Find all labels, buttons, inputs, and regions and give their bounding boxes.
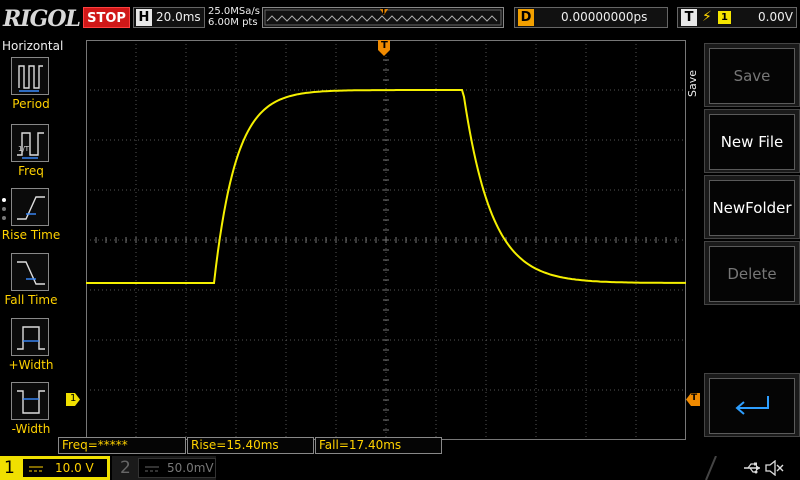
menu-item-positive-width[interactable]: +Width: [0, 318, 62, 380]
svg-text:1/T: 1/T: [18, 145, 30, 153]
freq-icon: 1/T: [11, 124, 49, 162]
channel1-trace: [86, 89, 686, 284]
memory-trigger-letter: T: [381, 7, 387, 16]
horizontal-label: H: [136, 9, 152, 26]
ch1-offset-letter: 1: [70, 393, 77, 404]
horizontal-scale-value: 20.0ms: [156, 10, 201, 24]
trigger-position-letter: T: [381, 40, 388, 51]
positive-width-icon: [11, 318, 49, 356]
menu-item-freq[interactable]: 1/T Freq: [0, 124, 62, 186]
left-measure-menu: Horizontal Period 1/T Freq Rise Time Fal…: [0, 36, 64, 456]
sample-rate: 25.0MSa/s: [208, 6, 260, 17]
channel1-box[interactable]: 1 10.0 V: [0, 456, 110, 480]
menu-item-label: Period: [12, 97, 50, 111]
acquisition-info: 25.0MSa/s 6.00M pts: [208, 6, 260, 28]
dc-coupling-icon: [145, 466, 159, 472]
period-icon: [11, 57, 49, 95]
trigger-source: 1: [718, 11, 731, 24]
trigger-level-letter: T: [691, 393, 698, 403]
new-folder-button[interactable]: NewFolder: [704, 175, 800, 239]
channel2-box[interactable]: 2 50.0mV: [112, 456, 216, 480]
softkey-label: Delete: [709, 246, 795, 302]
new-file-button[interactable]: New File: [704, 109, 800, 173]
usb-icon: [744, 462, 760, 474]
speaker-muted-icon[interactable]: [764, 460, 784, 476]
menu-item-label: Fall Time: [4, 293, 58, 307]
dc-coupling-icon: [29, 466, 43, 472]
menu-item-label: +Width: [8, 358, 54, 372]
menu-item-label: Freq: [18, 164, 44, 178]
channel1-number: 1: [4, 458, 15, 478]
fall-time-icon: [11, 253, 49, 291]
enter-icon: [709, 378, 795, 434]
menu-item-period[interactable]: Period: [0, 57, 62, 119]
waveform-display[interactable]: [86, 40, 686, 440]
delay-label: D: [518, 9, 534, 26]
channel1-scale-box: 10.0 V: [22, 458, 108, 478]
rigol-logo: RIGOL: [3, 6, 81, 32]
channel2-scale: 50.0mV: [167, 461, 214, 475]
softkey-menu: Save Save New File NewFolder Delete: [686, 40, 800, 440]
trigger-label: T: [681, 9, 697, 26]
status-separator: [705, 456, 717, 480]
trigger-box[interactable]: T ⚡︎ 1 0.00V: [677, 7, 797, 28]
graticule-center-ticks: [86, 40, 686, 440]
measurement-rise[interactable]: Rise=15.40ms: [187, 437, 314, 454]
trigger-level-value: 0.00V: [758, 10, 793, 24]
channel-status-bar: 1 10.0 V 2 50.0mV: [0, 456, 800, 480]
softkey-label: NewFolder: [709, 180, 795, 236]
measurement-fall[interactable]: Fall=17.40ms: [315, 437, 442, 454]
menu-item-negative-width[interactable]: -Width: [0, 382, 62, 444]
menu-item-label: Rise Time: [1, 228, 61, 242]
softkey-menu-title: Save: [686, 70, 699, 98]
delay-box[interactable]: D 0.00000000ps: [514, 7, 668, 28]
rise-time-icon: [11, 188, 49, 226]
channel2-scale-box: 50.0mV: [138, 458, 216, 478]
menu-item-rise-time[interactable]: Rise Time: [0, 188, 62, 250]
channel1-scale: 10.0 V: [55, 461, 94, 475]
enter-button[interactable]: [704, 373, 800, 437]
menu-title: Horizontal: [2, 39, 64, 53]
softkey-label: Save: [709, 48, 795, 104]
softkey-label: New File: [709, 114, 795, 170]
top-status-bar: RIGOL STOP H 20.0ms 25.0MSa/s 6.00M pts …: [0, 0, 800, 36]
delay-value: 0.00000000ps: [561, 10, 648, 24]
measurement-freq[interactable]: Freq=*****: [58, 437, 186, 454]
menu-item-label: -Width: [11, 422, 51, 436]
measurement-bar: Freq=***** Rise=15.40ms Fall=17.40ms: [58, 437, 698, 454]
menu-item-fall-time[interactable]: Fall Time: [0, 253, 62, 315]
negative-width-icon: [11, 382, 49, 420]
save-button[interactable]: Save: [704, 43, 800, 107]
rising-edge-icon: ⚡︎: [702, 9, 712, 25]
channel2-number: 2: [120, 458, 131, 478]
horizontal-scale-box[interactable]: H 20.0ms: [133, 7, 205, 28]
delete-button[interactable]: Delete: [704, 241, 800, 305]
memory-overview: T: [262, 7, 504, 28]
run-stop-indicator[interactable]: STOP: [83, 7, 130, 28]
memory-depth: 6.00M pts: [208, 17, 258, 28]
